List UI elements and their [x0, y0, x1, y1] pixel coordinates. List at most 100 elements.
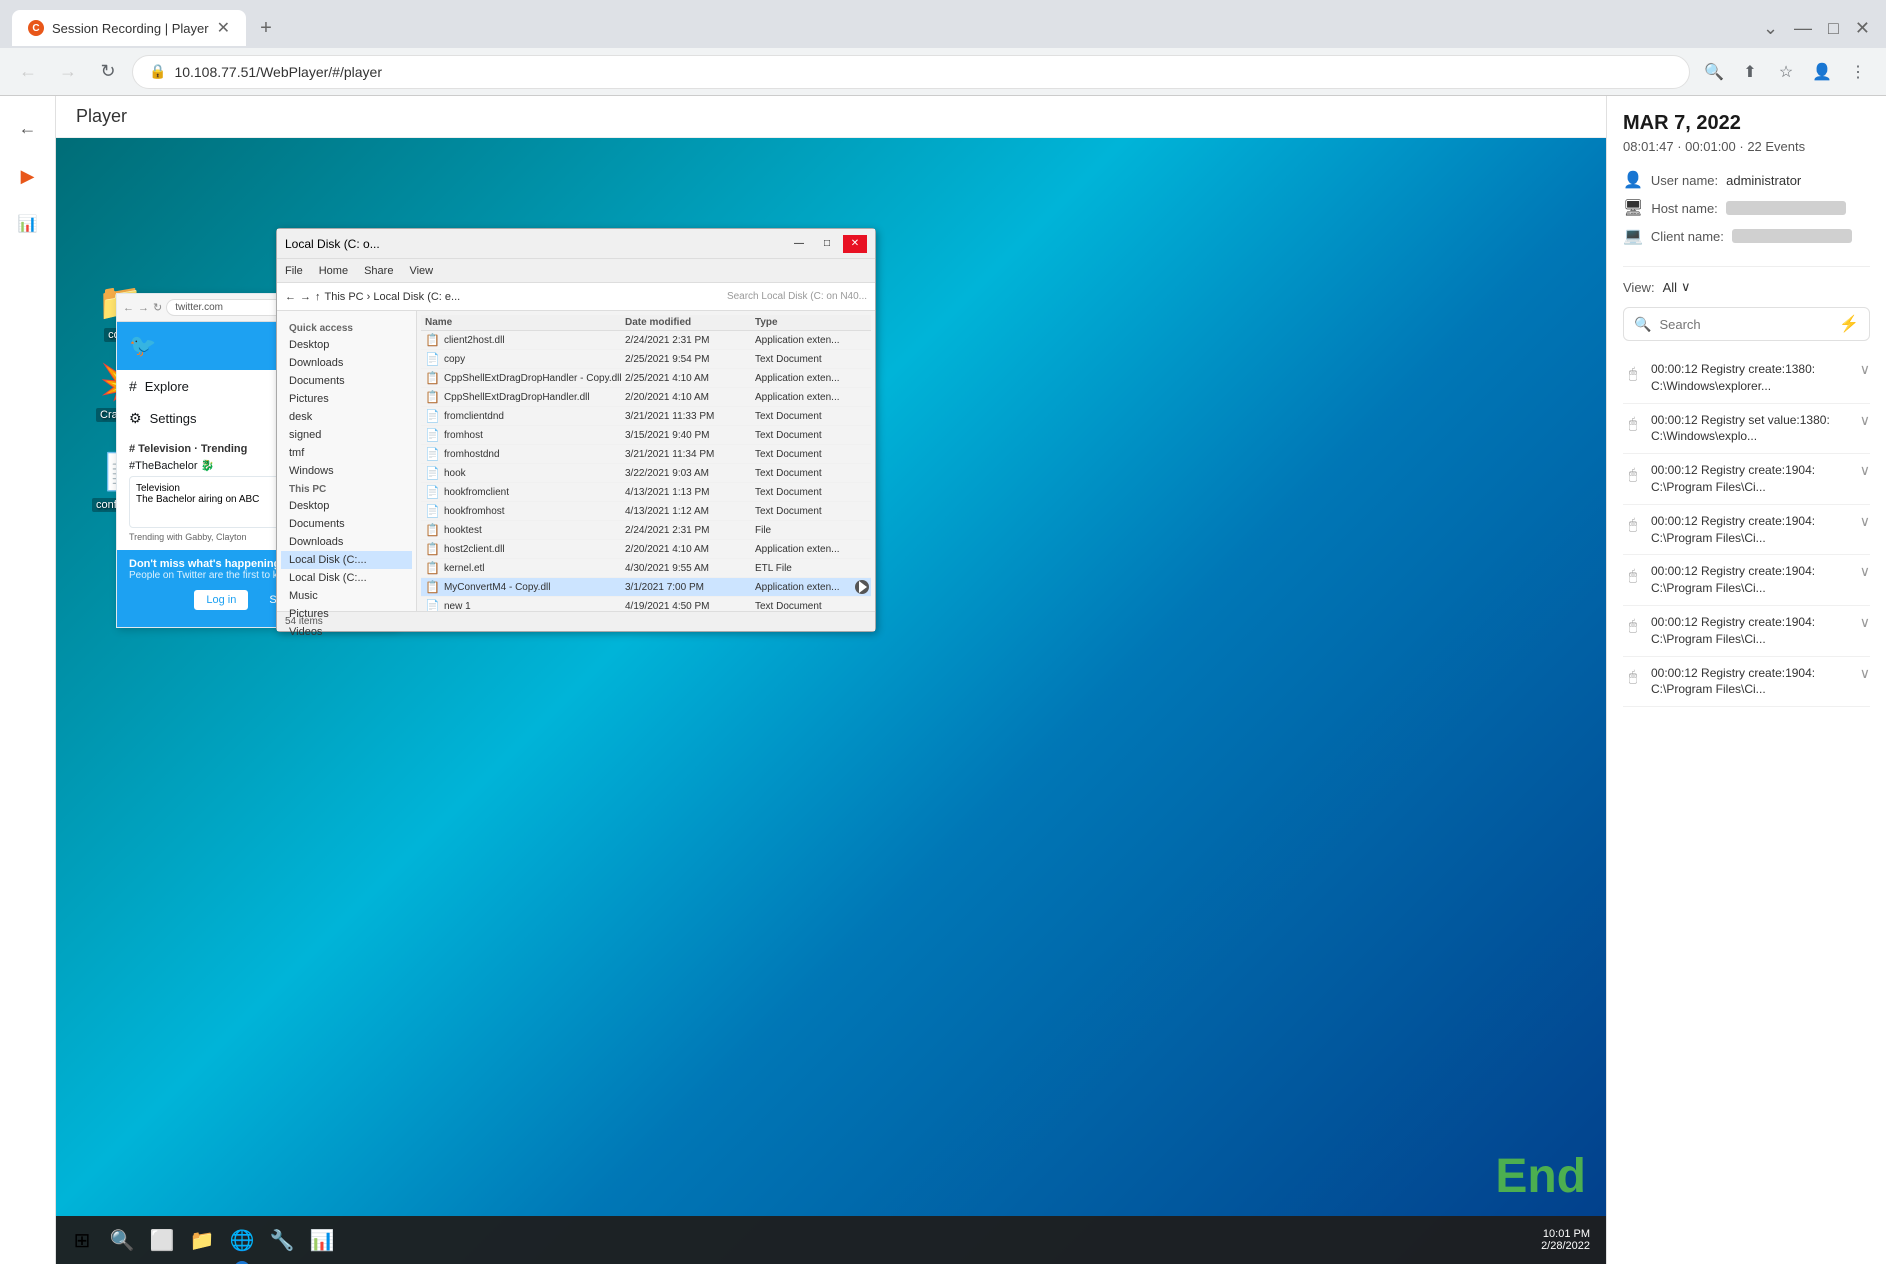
profile-icon[interactable]: 👤 — [1806, 56, 1838, 88]
share-icon[interactable]: ⬆ — [1734, 56, 1766, 88]
event-expand-icon[interactable]: ∨ — [1860, 563, 1870, 597]
sidebar-stats-button[interactable]: 📊 — [8, 204, 48, 244]
fe-file-name: 📄fromhost — [425, 428, 625, 442]
fe-back-nav[interactable]: ← — [285, 291, 296, 303]
event-item-2[interactable]: 🖱 00:00:12 Registry set value:1380: C:\W… — [1623, 404, 1870, 455]
fe-sidebar-documents2[interactable]: Documents — [281, 515, 412, 533]
event-expand-icon[interactable]: ∨ — [1860, 614, 1870, 648]
active-tab[interactable]: C Session Recording | Player ✕ — [12, 10, 246, 46]
event-item-1[interactable]: 🖱 00:00:12 Registry create:1380: C:\Wind… — [1623, 353, 1870, 404]
fe-file-name: 📄hookfromclient — [425, 485, 625, 499]
fe-file-row[interactable]: 📋client2host.dll2/24/2021 2:31 PMApplica… — [421, 331, 871, 350]
nav-back-button[interactable]: ← — [12, 56, 44, 88]
fe-sidebar-music[interactable]: Music — [281, 587, 412, 605]
event-expand-icon[interactable]: ∨ — [1860, 665, 1870, 699]
fe-sidebar-pictures[interactable]: Pictures — [281, 390, 412, 408]
fe-file-type: File — [755, 525, 875, 536]
fe-file-row[interactable]: 📄copy2/25/2021 9:54 PMText Document1 KB — [421, 350, 871, 369]
window-minimize-button[interactable]: — — [1790, 14, 1816, 43]
fe-file-row[interactable]: 📄fromclientdnd3/21/2021 11:33 PMText Doc… — [421, 407, 871, 426]
fe-forward-nav[interactable]: → — [300, 291, 311, 303]
window-close-button[interactable]: ✕ — [1851, 14, 1874, 43]
event-item-3[interactable]: 🖱 00:00:12 Registry create:1904: C:\Prog… — [1623, 454, 1870, 505]
fe-file-name: 📋kernel.etl — [425, 561, 625, 575]
view-value: All — [1663, 280, 1677, 295]
fe-path: This PC › Local Disk (C: e... — [325, 291, 723, 303]
fe-sidebar-desktop2[interactable]: Desktop — [281, 497, 412, 515]
fe-sidebar-local-disk2[interactable]: Local Disk (C:... — [281, 569, 412, 587]
fe-up-nav[interactable]: ↑ — [315, 291, 321, 303]
view-select[interactable]: All ∨ — [1663, 279, 1691, 295]
settings-label: Settings — [150, 411, 197, 426]
event-expand-icon[interactable]: ∨ — [1860, 513, 1870, 547]
fe-sidebar-desk[interactable]: desk — [281, 408, 412, 426]
twitter-browser-forward[interactable]: → — [138, 302, 149, 314]
fe-sidebar-downloads2[interactable]: Downloads — [281, 533, 412, 551]
nav-forward-button[interactable]: → — [52, 56, 84, 88]
fe-file-name: 📋MyConvertM4 - Copy.dll — [425, 580, 625, 594]
fe-file-row[interactable]: 📋hooktest2/24/2021 2:31 PMFile587 KB — [421, 521, 871, 540]
menu-icon[interactable]: ⋮ — [1842, 56, 1874, 88]
fe-sidebar-local-disk[interactable]: Local Disk (C:... — [281, 551, 412, 569]
fe-close-button[interactable]: ✕ — [843, 235, 867, 253]
taskbar-windows-icon[interactable]: ⊞ — [64, 1222, 100, 1258]
fe-file-row[interactable]: 📄fromhost3/15/2021 9:40 PMText Document2… — [421, 426, 871, 445]
taskbar-app2-icon[interactable]: 📊 — [304, 1222, 340, 1258]
taskbar-search-icon[interactable]: 🔍 — [104, 1222, 140, 1258]
address-bar[interactable]: 🔒 10.108.77.51/WebPlayer/#/player — [132, 55, 1690, 89]
fe-sidebar-desktop[interactable]: Desktop — [281, 336, 412, 354]
twitter-browser-refresh[interactable]: ↻ — [153, 301, 162, 314]
fe-file-row[interactable]: 📄hook3/22/2021 9:03 AMText Document1 KB — [421, 464, 871, 483]
taskbar-file-explorer[interactable]: 📁 — [184, 1222, 220, 1258]
fe-content: Quick access Desktop Downloads Documents… — [277, 311, 875, 611]
taskbar-task-view[interactable]: ⬜ — [144, 1222, 180, 1258]
twitter-browser-back[interactable]: ← — [123, 302, 134, 314]
event-expand-icon[interactable]: ∨ — [1860, 361, 1870, 395]
fe-sidebar-documents[interactable]: Documents — [281, 372, 412, 390]
tab-favicon: C — [28, 20, 44, 36]
fe-file-row[interactable]: 📋CppShellExtDragDropHandler.dll2/20/2021… — [421, 388, 871, 407]
fe-restore-button[interactable]: □ — [815, 235, 839, 253]
taskbar-app-icon[interactable]: 🔧 — [264, 1222, 300, 1258]
tab-close-button[interactable]: ✕ — [217, 18, 230, 38]
taskbar: ⊞ 🔍 ⬜ 📁 🌐 🔧 📊 10:01 PM 2/28/2022 — [56, 1216, 1606, 1264]
fe-share-menu[interactable]: Share — [364, 265, 393, 277]
window-restore-button[interactable]: □ — [1824, 14, 1843, 43]
fe-file-row[interactable]: 📄hookfromclient4/13/2021 1:13 PMText Doc… — [421, 483, 871, 502]
fe-search-input[interactable]: Search Local Disk (C: on N40... — [727, 291, 867, 302]
fe-sidebar-signed[interactable]: signed — [281, 426, 412, 444]
fe-sidebar-downloads[interactable]: Downloads — [281, 354, 412, 372]
event-search-input[interactable] — [1659, 317, 1831, 332]
fe-file-row[interactable]: 📄new 14/19/2021 4:50 PMText Document1 KB — [421, 597, 871, 611]
new-tab-button[interactable]: + — [250, 12, 282, 44]
browser-search-icon[interactable]: 🔍 — [1698, 56, 1730, 88]
filter-icon[interactable]: ⚡ — [1839, 314, 1859, 334]
fe-home-menu[interactable]: Home — [319, 265, 348, 277]
sidebar-play-button[interactable]: ▶ — [8, 156, 48, 196]
fe-file-row[interactable]: 📄fromhostdnd3/21/2021 11:34 PMText Docum… — [421, 445, 871, 464]
twitter-login-button[interactable]: Log in — [193, 589, 249, 611]
sidebar-back-button[interactable]: ← — [8, 108, 48, 148]
fe-file-row[interactable]: 📋host2client.dll2/20/2021 4:10 AMApplica… — [421, 540, 871, 559]
fe-file-row[interactable]: 📄hookfromhost4/13/2021 1:12 AMText Docum… — [421, 502, 871, 521]
fe-sidebar-windows[interactable]: Windows — [281, 462, 412, 480]
event-item-7[interactable]: 🖱 00:00:12 Registry create:1904: C:\Prog… — [1623, 657, 1870, 708]
bookmark-icon[interactable]: ☆ — [1770, 56, 1802, 88]
event-item-6[interactable]: 🖱 00:00:12 Registry create:1904: C:\Prog… — [1623, 606, 1870, 657]
nav-refresh-button[interactable]: ↻ — [92, 56, 124, 88]
event-details: 00:00:12 Registry create:1904: C:\Progra… — [1651, 665, 1852, 699]
fe-file-row[interactable]: 📋kernel.etl4/30/2021 9:55 AMETL File7,61… — [421, 559, 871, 578]
event-item-5[interactable]: 🖱 00:00:12 Registry create:1904: C:\Prog… — [1623, 555, 1870, 606]
fe-file-menu[interactable]: File — [285, 265, 303, 277]
taskbar-chrome[interactable]: 🌐 — [224, 1222, 260, 1258]
fe-minimize-button[interactable]: — — [787, 235, 811, 253]
event-expand-icon[interactable]: ∨ — [1860, 412, 1870, 446]
fe-sidebar-tmf[interactable]: tmf — [281, 444, 412, 462]
fe-view-menu[interactable]: View — [409, 265, 433, 277]
fe-file-row-selected[interactable]: 📋MyConvertM4 - Copy.dll 3/1/2021 7:00 PM… — [421, 578, 871, 597]
player-area: 📁 code 💥 CrashMe 📄 confidential — [56, 138, 1606, 1264]
fe-file-type: Text Document — [755, 601, 875, 612]
event-expand-icon[interactable]: ∨ — [1860, 462, 1870, 496]
fe-file-row[interactable]: 📋CppShellExtDragDropHandler - Copy.dll2/… — [421, 369, 871, 388]
event-item-4[interactable]: 🖱 00:00:12 Registry create:1904: C:\Prog… — [1623, 505, 1870, 556]
